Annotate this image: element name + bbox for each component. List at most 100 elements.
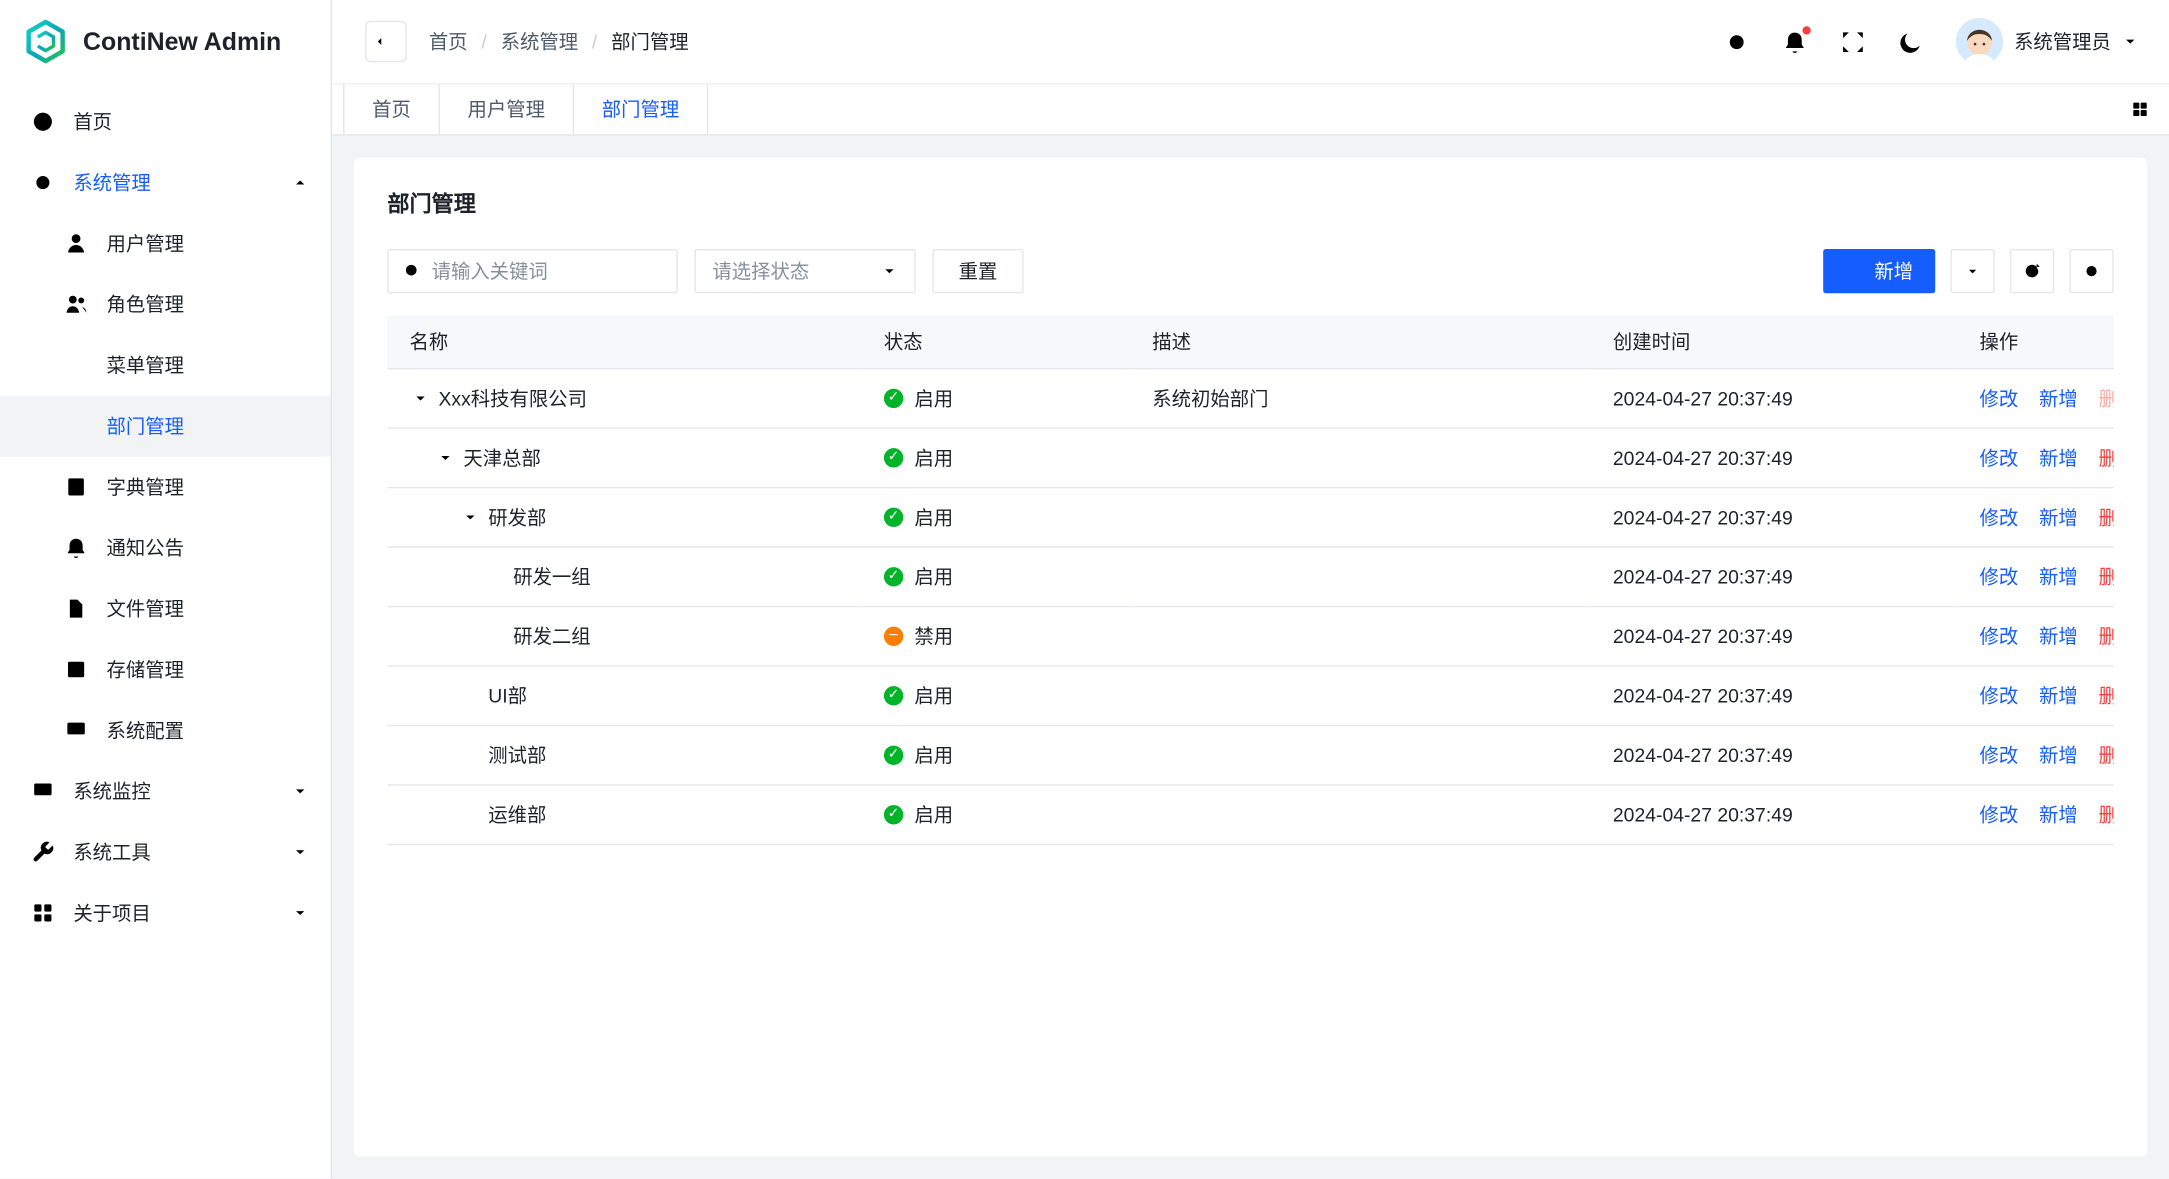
table-row: 运维部 ✓启用 2024-04-27 20:37:49 修改新增删除 xyxy=(387,784,2113,843)
add-link[interactable]: 新增 xyxy=(2039,387,2078,409)
delete-link[interactable]: 删除 xyxy=(2098,684,2113,706)
reset-button[interactable]: 重置 xyxy=(932,249,1023,293)
sidebar-item-system-management[interactable]: 系统管理 xyxy=(0,152,331,213)
sidebar-item-menu-management[interactable]: 菜单管理 xyxy=(0,335,331,396)
sidebar-item-storage-management[interactable]: 存储管理 xyxy=(0,639,331,700)
edit-link[interactable]: 修改 xyxy=(1979,387,2018,409)
dept-name: 研发部 xyxy=(488,503,546,531)
collapse-caret-icon[interactable] xyxy=(434,449,456,466)
app-title: ContiNew Admin xyxy=(83,27,281,56)
table-row: Xxx科技有限公司 ✓启用 系统初始部门 2024-04-27 20:37:49… xyxy=(387,368,2113,427)
collapse-caret-icon[interactable] xyxy=(459,508,481,525)
tab-actions-icon[interactable] xyxy=(2130,84,2169,134)
delete-link[interactable]: 删除 xyxy=(2098,803,2113,825)
add-link[interactable]: 新增 xyxy=(2039,446,2078,468)
table-settings-button[interactable] xyxy=(2069,249,2113,293)
edit-link[interactable]: 修改 xyxy=(1979,446,2018,468)
add-link[interactable]: 新增 xyxy=(2039,506,2078,528)
gear-icon xyxy=(30,170,55,195)
created-time: 2024-04-27 20:37:49 xyxy=(1591,606,1958,665)
chevron-down-icon xyxy=(881,263,898,280)
tab-home[interactable]: 首页 xyxy=(343,84,440,134)
user-name: 系统管理员 xyxy=(2014,28,2111,56)
app-window: ContiNew Admin 首页 系统管理 用户管理 角色管理 xyxy=(0,0,2169,1179)
sidebar-item-system-config[interactable]: 系统配置 xyxy=(0,700,331,761)
delete-link[interactable]: 删除 xyxy=(2098,625,2113,647)
book-icon xyxy=(64,474,89,499)
column-status: 状态 xyxy=(862,315,1130,368)
monitor-icon xyxy=(64,718,89,743)
avatar xyxy=(1956,18,2003,65)
tab-user-management[interactable]: 用户管理 xyxy=(440,84,574,134)
grid-icon xyxy=(30,901,55,926)
sidebar-item-role-management[interactable]: 角色管理 xyxy=(0,274,331,335)
delete-link[interactable]: 删除 xyxy=(2098,565,2113,587)
sidebar-item-about-project[interactable]: 关于项目 xyxy=(0,883,331,944)
status-badge: ✓启用 xyxy=(884,741,1108,769)
status-enabled-icon: ✓ xyxy=(884,685,903,704)
sidebar-item-system-monitor[interactable]: 系统监控 xyxy=(0,761,331,822)
created-time: 2024-04-27 20:37:49 xyxy=(1591,665,1958,724)
refresh-button[interactable] xyxy=(2010,249,2054,293)
fullscreen-icon[interactable] xyxy=(1840,28,1866,54)
dept-description xyxy=(1130,487,1591,546)
created-time: 2024-04-27 20:37:49 xyxy=(1591,725,1958,784)
edit-link[interactable]: 修改 xyxy=(1979,625,2018,647)
menu-fold-icon[interactable] xyxy=(365,21,406,62)
table-row: 天津总部 ✓启用 2024-04-27 20:37:49 修改新增删除 xyxy=(387,427,2113,486)
edit-link[interactable]: 修改 xyxy=(1979,803,2018,825)
add-link[interactable]: 新增 xyxy=(2039,565,2078,587)
edit-link[interactable]: 修改 xyxy=(1979,565,2018,587)
sidebar-item-notice[interactable]: 通知公告 xyxy=(0,517,331,578)
delete-link[interactable]: 删除 xyxy=(2098,744,2113,766)
dept-name: 研发二组 xyxy=(513,622,590,650)
dept-description xyxy=(1130,665,1591,724)
tab-department-management[interactable]: 部门管理 xyxy=(574,84,708,134)
table-row: UI部 ✓启用 2024-04-27 20:37:49 修改新增删除 xyxy=(387,665,2113,724)
sidebar-item-user-management[interactable]: 用户管理 xyxy=(0,213,331,274)
status-enabled-icon: ✓ xyxy=(884,745,903,764)
storage-icon xyxy=(64,657,89,682)
add-link[interactable]: 新增 xyxy=(2039,803,2078,825)
sidebar-menu: 首页 系统管理 用户管理 角色管理 菜单管理 部门管理 xyxy=(0,83,331,952)
delete-link[interactable]: 删除 xyxy=(2098,446,2113,468)
delete-link[interactable]: 删除 xyxy=(2098,506,2113,528)
notifications-icon[interactable] xyxy=(1782,28,1808,54)
settings-icon[interactable] xyxy=(1724,28,1750,54)
brand[interactable]: ContiNew Admin xyxy=(0,0,331,83)
sidebar-item-file-management[interactable]: 文件管理 xyxy=(0,578,331,639)
edit-link[interactable]: 修改 xyxy=(1979,744,2018,766)
add-link[interactable]: 新增 xyxy=(2039,744,2078,766)
add-button[interactable]: 新增 xyxy=(1823,249,1935,293)
user-group-icon xyxy=(64,292,89,317)
export-download-button[interactable] xyxy=(1950,249,1994,293)
sidebar-item-system-tools[interactable]: 系统工具 xyxy=(0,822,331,883)
status-select[interactable]: 请选择状态 xyxy=(694,249,915,293)
column-created-time: 创建时间 xyxy=(1591,315,1958,368)
sidebar-item-dictionary-management[interactable]: 字典管理 xyxy=(0,456,331,517)
dept-name: 天津总部 xyxy=(463,443,540,471)
breadcrumb-home[interactable]: 首页 xyxy=(429,28,468,56)
created-time: 2024-04-27 20:37:49 xyxy=(1591,427,1958,486)
add-link[interactable]: 新增 xyxy=(2039,684,2078,706)
status-enabled-icon: ✓ xyxy=(884,507,903,526)
page-tabs: 首页 用户管理 部门管理 xyxy=(332,83,2169,136)
breadcrumb-system-management[interactable]: 系统管理 xyxy=(468,28,579,56)
collapse-caret-icon[interactable] xyxy=(409,389,431,406)
toolbar-right: 新增 xyxy=(1823,249,2113,293)
keyword-search xyxy=(387,249,677,293)
sidebar-item-department-management[interactable]: 部门管理 xyxy=(0,396,331,457)
sidebar-item-home[interactable]: 首页 xyxy=(0,91,331,152)
search-input[interactable] xyxy=(432,260,663,282)
edit-link[interactable]: 修改 xyxy=(1979,506,2018,528)
search-icon xyxy=(403,261,422,280)
user-menu[interactable]: 系统管理员 xyxy=(1956,18,2139,65)
edit-link[interactable]: 修改 xyxy=(1979,684,2018,706)
add-link[interactable]: 新增 xyxy=(2039,625,2078,647)
top-header: 首页 系统管理 部门管理 xyxy=(332,0,2169,83)
file-icon xyxy=(64,596,89,621)
dept-description xyxy=(1130,546,1591,605)
status-badge: ✓启用 xyxy=(884,443,1108,471)
dark-mode-moon-icon[interactable] xyxy=(1898,28,1924,54)
created-time: 2024-04-27 20:37:49 xyxy=(1591,784,1958,843)
